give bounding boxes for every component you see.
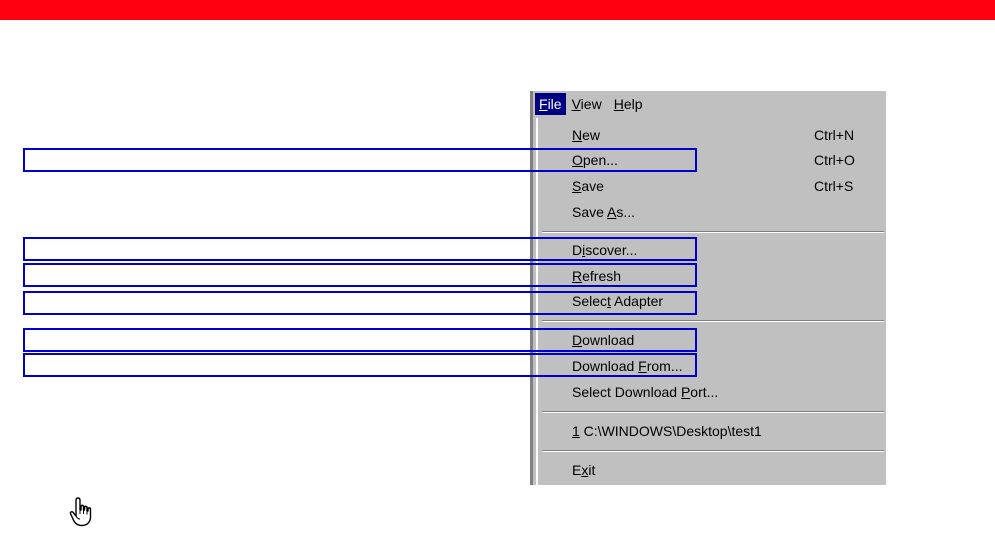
callout-box-open: [23, 148, 697, 172]
menu-view[interactable]: View: [566, 93, 608, 115]
menu-item-select-download-port[interactable]: Select Download Port...: [572, 383, 882, 401]
menu-bar: File View Help: [533, 92, 886, 116]
menu-separator: [542, 450, 884, 452]
top-title-bar: [0, 0, 995, 20]
menu-separator: [542, 411, 884, 413]
menu-item-exit[interactable]: Exit: [572, 461, 882, 479]
pointing-hand-icon: [69, 497, 92, 527]
shortcut-save: Ctrl+S: [814, 178, 854, 194]
callout-box-select-adapter: [23, 291, 697, 315]
callout-box-refresh: [23, 263, 697, 287]
menu-help[interactable]: Help: [608, 93, 649, 115]
menu-item-recent-file[interactable]: 1 C:\WINDOWS\Desktop\test1: [572, 422, 882, 440]
menu-file[interactable]: File: [535, 93, 566, 115]
callout-box-discover: [23, 237, 697, 261]
menu-item-new[interactable]: New Ctrl+N: [572, 126, 882, 144]
shortcut-new: Ctrl+N: [814, 127, 855, 143]
shortcut-open: Ctrl+O: [814, 152, 855, 168]
menu-separator: [542, 231, 884, 233]
menu-separator: [542, 320, 884, 322]
callout-box-download-from: [23, 353, 697, 377]
callout-box-download: [23, 328, 697, 352]
menu-item-save[interactable]: Save Ctrl+S: [572, 177, 882, 195]
menu-item-save-as[interactable]: Save As...: [572, 203, 882, 221]
